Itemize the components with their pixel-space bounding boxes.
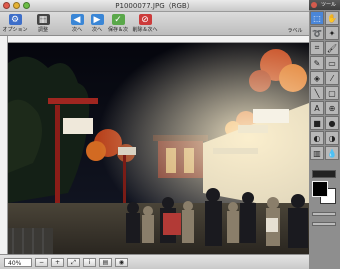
- options-button[interactable]: ⚙ オプション: [1, 14, 29, 33]
- next-label: 次へ: [91, 27, 102, 33]
- shape-icon[interactable]: ▢: [325, 86, 339, 100]
- delete-next-button[interactable]: ⊘ 削除＆次へ: [131, 14, 159, 33]
- eraser-icon[interactable]: ▭: [325, 56, 339, 70]
- arrow-left-icon: ◀: [70, 14, 84, 25]
- brush-icon[interactable]: 🖌: [325, 41, 339, 55]
- image-window: P1000077.JPG（RGB） ⚙ オプション ▦ 調整 ◀ 次へ ▶ 次へ…: [0, 0, 309, 269]
- select-rect-icon[interactable]: ⬚: [310, 11, 324, 25]
- vertical-ruler: [0, 36, 8, 254]
- tool-grid: ⬚ ✋ ➰ ✦ ⌗ 🖌 ✎ ▭ ◈ ⁄ ╲ ▢ A ⊕ ■ ● ◐ ◑ ▥ 💧: [309, 10, 340, 160]
- adjust-icon: ▦: [36, 14, 50, 25]
- previous-label: 次へ: [71, 27, 82, 33]
- save-next-icon: ✓: [111, 14, 125, 25]
- foreground-color-swatch[interactable]: [312, 181, 328, 197]
- palette-title-bar: ツール: [309, 0, 340, 10]
- brush-size-slider[interactable]: [312, 212, 336, 216]
- info-button[interactable]: i: [83, 257, 96, 267]
- options-icon: ⚙: [8, 14, 22, 25]
- horizontal-ruler: [8, 36, 309, 51]
- crop-icon[interactable]: ⌗: [310, 41, 324, 55]
- options-label: オプション: [2, 27, 28, 33]
- rect-icon[interactable]: ■: [310, 116, 324, 130]
- eyedropper-icon[interactable]: ⁄: [325, 71, 339, 85]
- delete-next-label: 削除＆次へ: [132, 27, 158, 33]
- histogram-button[interactable]: ▤: [99, 257, 112, 267]
- save-next-button[interactable]: ✓ 保存＆次: [104, 14, 132, 33]
- move-hand-icon[interactable]: ✋: [325, 11, 339, 25]
- title-bar: P1000077.JPG（RGB）: [0, 0, 309, 12]
- burn-icon[interactable]: ◑: [325, 131, 339, 145]
- status-bar: 40% − + ⤢ i ▤ ◉: [0, 254, 309, 269]
- text-icon[interactable]: A: [310, 101, 324, 115]
- ellipse-icon[interactable]: ●: [325, 116, 339, 130]
- tool-palette: ツール ⬚ ✋ ➰ ✦ ⌗ 🖌 ✎ ▭ ◈ ⁄ ╲ ▢ A ⊕ ■ ● ◐ ◑ …: [309, 0, 340, 269]
- save-next-label: 保存＆次: [107, 27, 128, 33]
- adjust-label: 調整: [37, 27, 48, 33]
- fill-icon[interactable]: ◈: [310, 71, 324, 85]
- label-button[interactable]: ラベル: [283, 26, 307, 34]
- opacity-slider[interactable]: [312, 222, 336, 226]
- clone-icon[interactable]: ⊕: [325, 101, 339, 115]
- delete-next-icon: ⊘: [138, 14, 152, 25]
- pencil-icon[interactable]: ✎: [310, 56, 324, 70]
- stroke-preview[interactable]: [312, 170, 336, 178]
- dodge-icon[interactable]: ◐: [310, 131, 324, 145]
- blur-icon[interactable]: 💧: [325, 146, 339, 160]
- arrow-right-icon: ▶: [90, 14, 104, 25]
- image-canvas[interactable]: [8, 43, 309, 254]
- zoom-in-button[interactable]: +: [51, 257, 64, 267]
- lasso-icon[interactable]: ➰: [310, 26, 324, 40]
- adjust-button[interactable]: ▦ 調整: [29, 14, 57, 33]
- zoom-out-button[interactable]: −: [35, 257, 48, 267]
- globe-button[interactable]: ◉: [115, 257, 128, 267]
- palette-title: ツール: [321, 2, 337, 8]
- label-label: ラベル: [287, 28, 303, 34]
- palette-close-button[interactable]: [311, 2, 317, 8]
- gradient-icon[interactable]: ▥: [310, 146, 324, 160]
- fit-window-button[interactable]: ⤢: [67, 257, 80, 267]
- zoom-field[interactable]: 40%: [4, 257, 32, 267]
- window-title: P1000077.JPG（RGB）: [115, 2, 194, 10]
- toolbar: ⚙ オプション ▦ 調整 ◀ 次へ ▶ 次へ ✓ 保存＆次 ⊘ 削除＆次へ ラベ…: [0, 12, 309, 36]
- wand-icon[interactable]: ✦: [325, 26, 339, 40]
- line-icon[interactable]: ╲: [310, 86, 324, 100]
- photo-nakamise-street-night: [8, 43, 309, 254]
